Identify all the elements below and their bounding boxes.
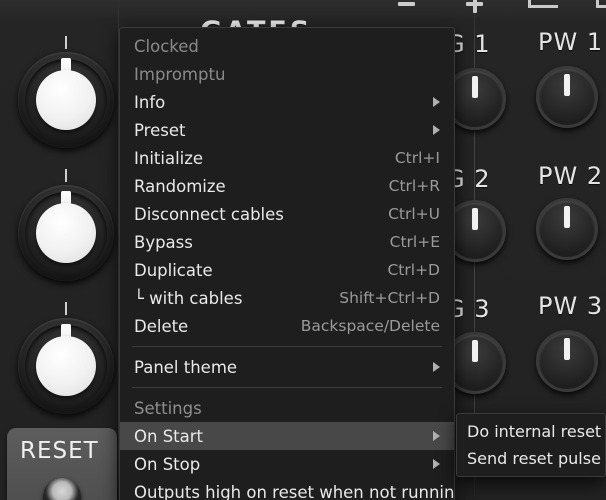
bracket-icon[interactable] [528,0,558,8]
menu-item-shortcut: Shift+Ctrl+D [339,289,440,307]
knob-tick-mark [65,169,67,182]
context-menu[interactable]: Clocked Impromptu Info Preset Initialize Ctrl… [119,27,455,500]
pw-knob-3[interactable] [536,330,598,392]
menu-item-label: Preset [134,120,186,140]
menu-item-info[interactable]: Info [120,88,454,116]
bracket-icon[interactable] [596,0,606,8]
menu-item-label: Delete [134,316,189,336]
menu-item-outputs-high-on-reset-when-not-running[interactable]: Outputs high on reset when not running [120,478,454,500]
pw-label-1: PW 1 [538,28,604,56]
knob-cap [36,203,96,263]
menu-item-delete[interactable]: Delete Backspace/Delete [120,312,454,340]
menu-item-label: On Start [134,426,203,446]
chevron-right-icon [433,125,440,135]
knob-tick-mark [65,302,67,315]
menu-item-label: Initialize [134,148,204,168]
knob-cap [36,336,96,396]
knob-pointer [564,206,570,228]
menu-separator [132,346,442,347]
menu-item-label: Bypass [134,232,193,252]
menu-item-on-stop[interactable]: On Stop [120,450,454,478]
menu-item-label: Do internal reset [467,422,602,441]
menu-item-shortcut: Ctrl+R [388,177,440,195]
menu-item-label: Outputs high on reset when not running [134,482,455,500]
knob-pointer [472,340,478,362]
menu-item-with-cables[interactable]: └ with cables Shift+Ctrl+D [120,284,454,312]
menu-item-label: Settings [134,398,202,418]
chevron-right-icon [433,362,440,372]
minus-icon[interactable] [398,2,415,6]
menu-item-impromptu: Impromptu [120,60,454,88]
menu-item-label: Randomize [134,176,226,196]
knob-pointer [472,208,478,230]
reset-label: RESET [20,438,99,464]
knob-tick-mark [65,36,67,49]
menu-item-shortcut: Backspace/Delete [300,317,440,335]
menu-item-initialize[interactable]: Initialize Ctrl+I [120,144,454,172]
menu-item-bypass[interactable]: Bypass Ctrl+E [120,228,454,256]
menu-item-label: Disconnect cables [134,204,284,224]
menu-item-shortcut: Ctrl+U [388,205,440,223]
knob-pointer [564,338,570,360]
pw-label-2: PW 2 [538,162,604,190]
menu-item-duplicate[interactable]: Duplicate Ctrl+D [120,256,454,284]
menu-item-preset[interactable]: Preset [120,116,454,144]
menu-item-label: On Stop [134,454,201,474]
chevron-right-icon [433,431,440,441]
knob-cap [36,70,96,130]
menu-item-settings: Settings [120,394,454,422]
menu-item-label: Info [134,92,166,112]
on-start-submenu[interactable]: Do internal reset Send reset pulse [456,413,606,477]
menu-item-label: Send reset pulse [467,449,601,468]
menu-item-label: └ with cables [134,288,243,308]
submenu-item-do-internal-reset[interactable]: Do internal reset [457,418,605,445]
menu-item-randomize[interactable]: Randomize Ctrl+R [120,172,454,200]
chevron-right-icon [433,97,440,107]
knob-pointer [472,76,478,98]
menu-item-on-start[interactable]: On Start [120,422,454,450]
menu-separator [132,387,442,388]
menu-item-shortcut: Ctrl+E [389,233,440,251]
menu-item-panel-theme[interactable]: Panel theme [120,353,454,381]
menu-item-clocked: Clocked [120,32,454,60]
knob-pointer [564,74,570,96]
big-knob[interactable] [18,169,114,281]
menu-item-disconnect-cables[interactable]: Disconnect cables Ctrl+U [120,200,454,228]
pw-label-3: PW 3 [538,292,604,320]
menu-item-label: Clocked [134,36,199,56]
plus-icon[interactable] [466,0,483,13]
menu-item-shortcut: Ctrl+I [394,149,440,167]
chevron-right-icon [433,459,440,469]
big-knob[interactable] [18,36,114,148]
menu-item-shortcut: Ctrl+D [387,261,440,279]
menu-item-label: Panel theme [134,357,238,377]
menu-item-label: Impromptu [134,64,226,84]
pw-knob-1[interactable] [536,66,598,128]
screen: GATES RESET G 1 G 2 G 3 PW 1 PW 2 PW 3 [0,0,606,500]
pw-knob-2[interactable] [536,198,598,260]
submenu-item-send-reset-pulse[interactable]: Send reset pulse [457,445,605,472]
menu-item-label: Duplicate [134,260,213,280]
big-knob[interactable] [18,302,114,414]
